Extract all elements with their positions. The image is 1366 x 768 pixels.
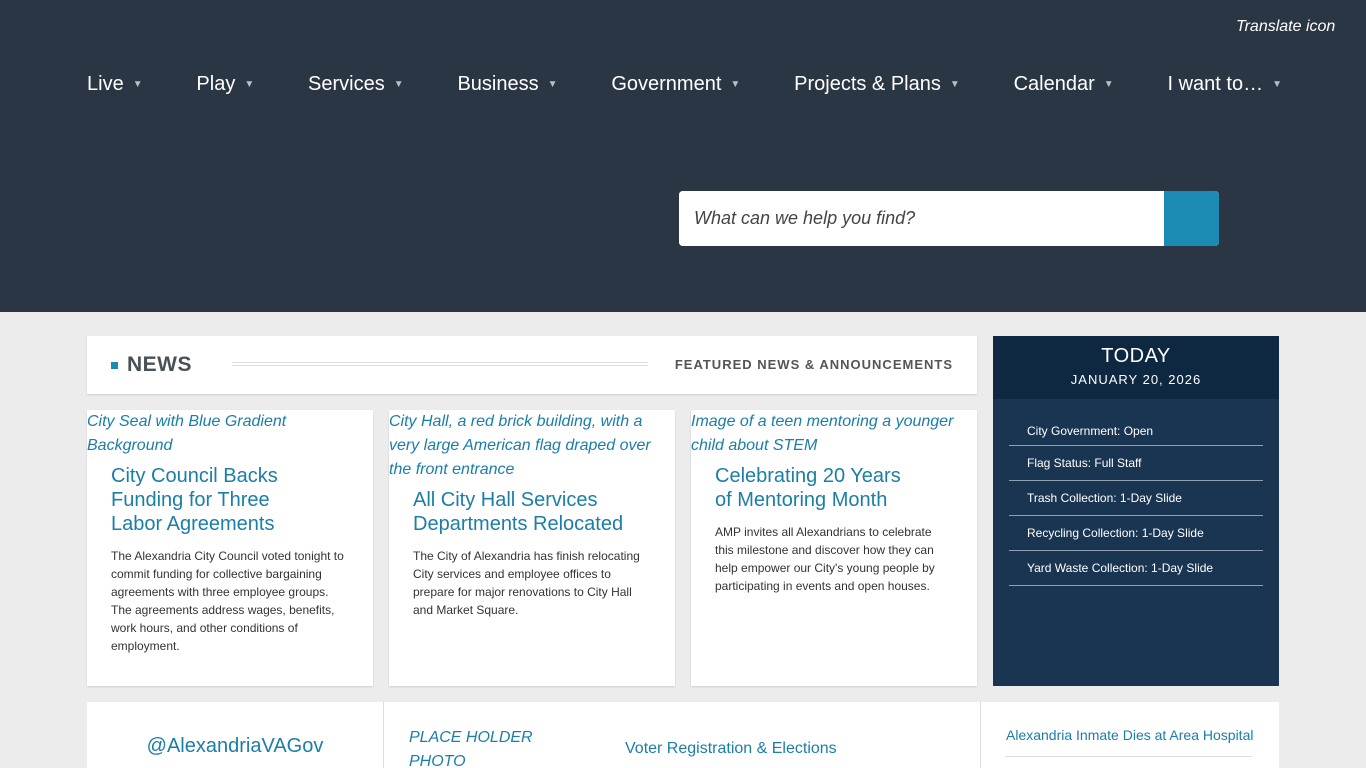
news-card: City Hall, a red brick building, with a … — [389, 410, 675, 686]
headline-link[interactable]: Alexandria Inmate Dies at Area Hospital — [1006, 727, 1253, 743]
translate-icon[interactable]: Translate icon — [1236, 18, 1335, 36]
today-title: TODAY — [1101, 345, 1171, 367]
nav-item-i-want-to[interactable]: I want to… ▼ — [1167, 73, 1282, 96]
nav-label: Business — [457, 73, 539, 95]
today-item-flag: Flag Status: Full Staff — [1009, 446, 1263, 481]
square-bullet-icon — [111, 362, 118, 369]
news-card-title-link[interactable]: City Council Backs Funding for Three Lab… — [111, 464, 349, 536]
nav-item-calendar[interactable]: Calendar ▼ — [1014, 73, 1114, 96]
news-card-text: The City of Alexandria has finish reloca… — [413, 549, 640, 617]
nav-item-services[interactable]: Services ▼ — [308, 73, 404, 96]
today-item-government: City Government: Open — [1009, 423, 1263, 446]
nav-label: Projects & Plans — [794, 73, 941, 95]
nav-item-projects-plans[interactable]: Projects & Plans ▼ — [794, 73, 960, 96]
news-card-text: AMP invites all Alexandrians to celebrat… — [715, 525, 935, 593]
search-box — [679, 191, 1219, 246]
today-date: JANUARY 20, 2026 — [1070, 372, 1202, 387]
placeholder-photo: PLACE HOLDER PHOTO — [409, 729, 533, 768]
chevron-down-icon: ▼ — [730, 79, 741, 90]
news-card-title-link[interactable]: Celebrating 20 Years of Mentoring Month — [715, 464, 953, 512]
nav-label: Live — [87, 73, 124, 95]
twitter-handle-link[interactable]: @AlexandriaVAGov — [147, 735, 324, 757]
news-header: NEWS FEATURED NEWS & ANNOUNCEMENTS — [87, 336, 977, 394]
main-nav: Live ▼ Play ▼ Services ▼ Business ▼ Governme… — [87, 73, 1282, 96]
chevron-down-icon: ▼ — [132, 79, 143, 90]
divider — [232, 362, 648, 366]
news-image[interactable]: City Seal with Blue Gradient Background — [87, 410, 373, 458]
today-header: TODAY JANUARY 20, 2026 — [993, 336, 1279, 399]
news-subtitle: FEATURED NEWS & ANNOUNCEMENTS — [674, 357, 953, 372]
news-image[interactable]: City Hall, a red brick building, with a … — [389, 410, 675, 482]
today-item-trash: Trash Collection: 1-Day Slide — [1009, 481, 1263, 516]
news-card-text: The Alexandria City Council voted tonigh… — [111, 549, 344, 653]
chevron-down-icon: ▼ — [547, 79, 558, 90]
chevron-down-icon: ▼ — [244, 79, 255, 90]
news-card-title-link[interactable]: All City Hall Services Departments Reloc… — [413, 488, 651, 536]
chevron-down-icon: ▼ — [1103, 79, 1114, 90]
today-list: City Government: Open Flag Status: Full … — [1009, 423, 1263, 586]
voter-registration-link[interactable]: Voter Registration & Elections — [625, 740, 837, 758]
nav-label: Calendar — [1013, 73, 1095, 95]
chevron-down-icon: ▼ — [949, 79, 960, 90]
site-header: Translate icon Live ▼ Play ▼ Services ▼ Bus… — [0, 0, 1366, 312]
nav-item-play[interactable]: Play ▼ — [196, 73, 254, 96]
search-input[interactable] — [679, 191, 1164, 246]
divider — [1005, 756, 1252, 757]
bottom-section: @AlexandriaVAGov PLACE HOLDER PHOTO Vote… — [87, 702, 1279, 768]
search-button[interactable] — [1164, 191, 1219, 246]
nav-item-government[interactable]: Government ▼ — [611, 73, 740, 96]
nav-label: Government — [611, 73, 722, 95]
headlines-column: Alexandria Inmate Dies at Area Hospital — [980, 702, 1279, 768]
chevron-down-icon: ▼ — [393, 79, 404, 90]
today-panel: TODAY JANUARY 20, 2026 City Government: … — [993, 336, 1279, 686]
today-item-yard-waste: Yard Waste Collection: 1-Day Slide — [1009, 551, 1263, 586]
news-image[interactable]: Image of a teen mentoring a younger chil… — [691, 410, 977, 458]
today-item-recycling: Recycling Collection: 1-Day Slide — [1009, 516, 1263, 551]
news-card: City Seal with Blue Gradient Background … — [87, 410, 373, 686]
news-title: NEWS — [127, 353, 192, 376]
nav-label: Play — [196, 73, 236, 95]
nav-label: I want to… — [1167, 73, 1264, 95]
nav-item-live[interactable]: Live ▼ — [87, 73, 143, 96]
twitter-panel: @AlexandriaVAGov — [87, 702, 384, 768]
nav-label: Services — [308, 73, 385, 95]
nav-item-business[interactable]: Business ▼ — [457, 73, 557, 96]
chevron-down-icon: ▼ — [1272, 79, 1282, 90]
news-card: Image of a teen mentoring a younger chil… — [691, 410, 977, 686]
